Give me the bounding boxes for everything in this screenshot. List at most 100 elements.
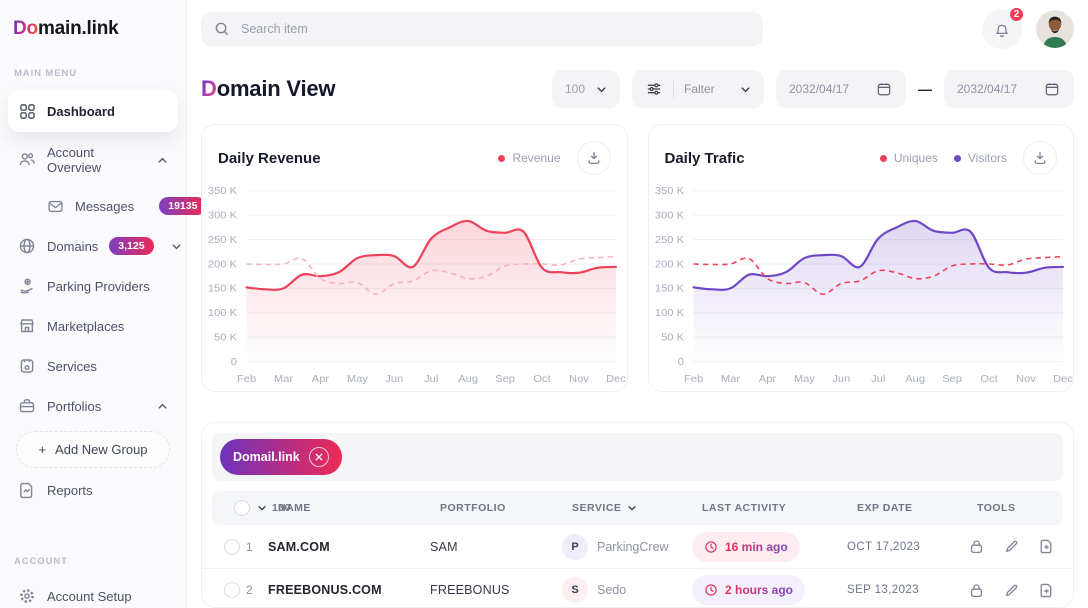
domains-table-card: Domail.link 100 NAME PORTFOLIO SERVICE L… — [201, 422, 1074, 608]
file-plus-icon[interactable] — [1037, 581, 1055, 599]
row-checkbox[interactable] — [224, 539, 240, 555]
revenue-chart: 350 K300 K250 K200 K150 K100 K50 K0FebMa… — [202, 177, 627, 391]
sidebar-item-label: Domains — [47, 239, 98, 254]
sidebar-item-portfolios[interactable]: Portfolios — [8, 388, 178, 424]
page-title-accent: D — [201, 76, 217, 101]
select-all-checkbox[interactable] — [234, 500, 250, 516]
portfolio-name: FREEBONUS — [430, 583, 562, 597]
legend-label: Uniques — [894, 151, 938, 165]
legend-dot — [954, 155, 961, 162]
column-name[interactable]: NAME — [278, 502, 440, 514]
search-input[interactable] — [241, 22, 751, 36]
dashboard-icon — [18, 102, 36, 120]
table-row[interactable]: 1 SAM.COM SAM P ParkingCrew 16 min ago O… — [202, 525, 1073, 568]
sidebar-item-label: Parking Providers — [47, 279, 150, 294]
sidebar-item-label: Account Setup — [47, 589, 132, 604]
file-export-icon[interactable] — [1072, 581, 1074, 599]
column-portfolio[interactable]: PORTFOLIO — [440, 502, 572, 514]
sidebar-item-label: Reports — [47, 483, 93, 498]
column-service[interactable]: SERVICE — [572, 499, 702, 517]
close-icon[interactable] — [309, 447, 329, 467]
sidebar-item-domains[interactable]: Domains 3,125 — [8, 228, 178, 264]
svg-text:Jun: Jun — [385, 374, 403, 386]
main-area: 2 Domain View 100 Falter 2032/04/17 — — [187, 0, 1088, 608]
chevron-down-icon — [739, 80, 751, 98]
chevron-up-icon[interactable] — [157, 401, 168, 412]
trafic-chart: 350 K300 K250 K200 K150 K100 K50 K0FebMa… — [649, 177, 1074, 391]
chevron-down-icon — [626, 499, 637, 517]
column-tools[interactable]: TOOLS — [977, 502, 1063, 514]
edit-pencil-icon[interactable] — [1002, 538, 1020, 556]
sidebar-item-messages[interactable]: Messages 19135 — [8, 188, 178, 224]
envelope-icon — [46, 197, 64, 215]
table-page-size[interactable]: 100 — [256, 499, 278, 517]
column-last-activity[interactable]: LAST ACTIVITY — [702, 502, 857, 514]
sidebar-item-services[interactable]: Services — [8, 348, 178, 384]
download-button[interactable] — [1023, 141, 1057, 175]
activity-text: 16 min ago — [725, 540, 788, 554]
svg-text:Sep: Sep — [942, 374, 962, 386]
lock-icon[interactable] — [967, 538, 985, 556]
sidebar-item-marketplaces[interactable]: Marketplaces — [8, 308, 178, 344]
sliders-icon — [645, 80, 663, 98]
svg-text:250 K: 250 K — [654, 234, 684, 246]
daily-trafic-card: Daily Trafic UniquesVisitors 350 K300 K2… — [648, 124, 1075, 392]
svg-text:250 K: 250 K — [208, 234, 238, 246]
users-icon — [18, 151, 36, 169]
search-icon — [213, 20, 231, 38]
svg-text:Dec: Dec — [1052, 374, 1072, 386]
globe-icon — [18, 237, 36, 255]
activity-pill: 16 min ago — [692, 532, 800, 562]
edit-pencil-icon[interactable] — [1002, 581, 1020, 599]
legend-dot — [880, 155, 887, 162]
sidebar-item-parking-providers[interactable]: Parking Providers — [8, 268, 178, 304]
chart-title: Daily Trafic — [665, 150, 745, 167]
search-box[interactable] — [201, 12, 763, 46]
file-plus-icon[interactable] — [1037, 538, 1055, 556]
svg-text:Jul: Jul — [871, 374, 885, 386]
row-checkbox[interactable] — [224, 582, 240, 598]
filter-tag[interactable]: Domail.link — [220, 439, 342, 475]
charts-row: Daily Revenue Revenue 350 K300 K250 K200… — [187, 108, 1088, 392]
sidebar-item-label: Account Overview — [47, 145, 146, 175]
svg-text:Jul: Jul — [424, 374, 438, 386]
sidebar: Domain.link MAIN MENU Dashboard Account … — [0, 0, 187, 608]
sidebar-item-reports[interactable]: Reports — [8, 472, 178, 508]
download-button[interactable] — [577, 141, 611, 175]
clock-icon — [704, 538, 718, 556]
svg-text:150 K: 150 K — [208, 283, 238, 295]
table-row[interactable]: 2 FREEBONUS.COM FREEBONUS S Sedo 2 hours… — [202, 568, 1073, 608]
date-from-picker[interactable]: 2032/04/17 — [776, 70, 906, 108]
date-to-picker[interactable]: 2032/04/17 — [944, 70, 1074, 108]
chevron-down-icon[interactable] — [171, 241, 182, 252]
sidebar-item-dashboard[interactable]: Dashboard — [8, 90, 178, 132]
main-menu-label: MAIN MENU — [0, 40, 186, 88]
sidebar-item-account-overview[interactable]: Account Overview — [8, 136, 178, 184]
svg-text:350 K: 350 K — [208, 186, 238, 198]
sidebar-item-account-setup[interactable]: Account Setup — [8, 578, 178, 608]
page-size-select[interactable]: 100 — [552, 70, 620, 108]
account-label: ACCOUNT — [0, 528, 186, 576]
avatar[interactable] — [1036, 10, 1074, 48]
svg-text:Sep: Sep — [495, 374, 515, 386]
daily-revenue-card: Daily Revenue Revenue 350 K300 K250 K200… — [201, 124, 628, 392]
sidebar-item-label: Portfolios — [47, 399, 101, 414]
lock-icon[interactable] — [967, 581, 985, 599]
svg-text:50 K: 50 K — [214, 332, 238, 344]
chart-title: Daily Revenue — [218, 150, 321, 167]
svg-text:Feb: Feb — [683, 374, 702, 386]
chevron-down-icon — [256, 499, 267, 517]
sidebar-item-label: Marketplaces — [47, 319, 124, 334]
filter-dropdown[interactable]: Falter — [632, 70, 764, 108]
table-header: 100 NAME PORTFOLIO SERVICE LAST ACTIVITY… — [212, 491, 1063, 525]
add-new-group-button[interactable]: + Add New Group — [16, 431, 170, 468]
chevron-down-icon — [595, 80, 607, 98]
file-export-icon[interactable] — [1072, 538, 1074, 556]
tools-cell — [967, 538, 1074, 556]
svg-text:300 K: 300 K — [208, 210, 238, 222]
svg-text:Nov: Nov — [569, 374, 589, 386]
domain-name: SAM.COM — [268, 540, 430, 554]
svg-text:150 K: 150 K — [654, 283, 684, 295]
chevron-up-icon[interactable] — [157, 155, 168, 166]
column-exp-date[interactable]: EXP DATE — [857, 502, 977, 514]
